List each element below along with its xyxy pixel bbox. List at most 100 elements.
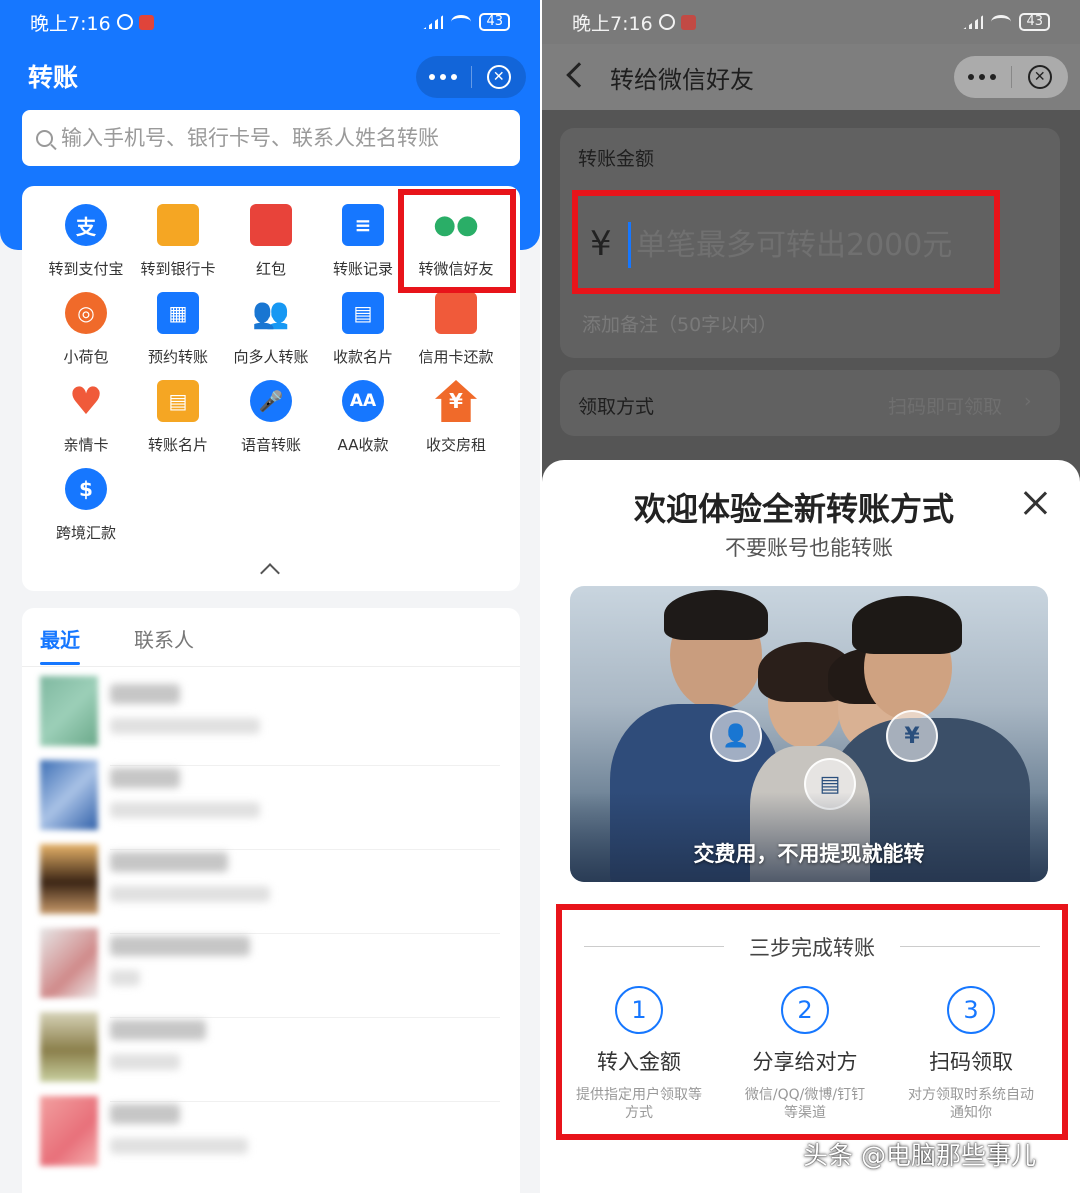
news-app-icon [138,14,154,30]
status-bar: 晚上7:16 43 [542,0,1080,44]
grid-item-family-card[interactable]: ♥ 亲情卡 [36,379,136,460]
search-input[interactable] [61,126,501,150]
grid-item-receive-card[interactable]: ▤ 收款名片 [313,292,413,372]
signal-icon [423,15,444,29]
step-title: 转入金额 [597,1050,681,1074]
step-description: 对方领取时系统自动 通知你 [908,1087,1034,1121]
grid-item-bank-card[interactable]: 转到银行卡 [128,204,228,284]
pouch-icon: ◎ [65,292,107,334]
grid-item-red-packet[interactable]: 红包 [221,204,321,284]
tab-contacts[interactable]: 联系人 [134,624,194,653]
step-3: 3 扫码领取对方领取时系统自动 通知你 [896,986,1046,1122]
close-circle-icon[interactable]: ✕ [1012,65,1069,89]
grid-item-label: 收款名片 [332,348,393,366]
status-time: 晚上7:16 [30,12,111,35]
list-item[interactable] [40,1012,500,1102]
dialog-subtitle: 不要账号也能转账 [725,536,893,560]
list-item[interactable] [40,760,500,850]
grid-item-cross-border[interactable]: $ 跨境汇款 [36,468,136,548]
family-card-icon: ♥ [68,379,104,423]
search-bar[interactable] [22,110,520,166]
tab-recent[interactable]: 最近 [40,624,80,665]
list-item[interactable] [40,928,500,1018]
list-item[interactable] [40,676,500,766]
status-bar: 晚上7:16 43 [0,0,540,44]
chevron-right-icon: › [1024,390,1032,412]
step-description: 提供指定用户领取等 方式 [576,1087,702,1121]
grid-item-voice[interactable]: 🎤 语音转账 [221,380,321,460]
grid-item-label: 收交房租 [425,436,486,454]
chevron-up-icon[interactable] [260,563,280,583]
page-title: 转账 [28,63,79,92]
avatar [40,1096,98,1166]
grid-item-label: AA收款 [337,436,389,454]
more-icon[interactable] [954,74,1011,80]
step-2: 2 分享给对方 微信/QQ/微博/钉钉 等渠道 [730,986,880,1122]
aa-icon: AA [342,380,384,422]
grid-item-label: 转到支付宝 [48,260,124,278]
mini-program-capsule: ✕ [954,56,1068,98]
status-time: 晚上7:16 [572,12,653,35]
remark-input[interactable]: 添加备注（50字以内） [582,310,777,337]
back-arrow-icon[interactable] [566,62,592,88]
voice-icon: 🎤 [250,380,292,422]
house-rent-icon: ¥ [435,380,477,422]
avatar [40,1012,98,1082]
grid-item-multi-user[interactable]: 👥 向多人转账 [221,292,321,372]
cross-border-icon: $ [65,468,107,510]
search-icon [36,129,53,147]
currency-symbol: ¥ [590,224,612,264]
transfer-user-icon: 👤 [710,710,762,762]
list-item[interactable] [40,1096,500,1180]
mini-program-capsule: ✕ [416,56,526,98]
steps-heading: 三步完成转账 [749,936,875,960]
grid-item-label: 向多人转账 [233,348,309,366]
grid-item-calendar[interactable]: ▦ 预约转账 [128,292,228,372]
close-icon[interactable] [1022,490,1048,516]
bank-card-icon [157,204,199,246]
battery-icon: 43 [479,13,510,31]
yen-coin-icon: ¥ [886,710,938,762]
highlight-box-wechat [398,189,516,293]
step-1: 1 转入金额提供指定用户领取等 方式 [564,986,714,1122]
step-title: 扫码领取 [929,1050,1013,1074]
avatar [40,844,98,914]
wifi-icon [451,15,472,29]
news-app-icon [680,14,696,30]
amount-input-highlight: ¥ [572,190,1000,294]
receive-card-icon: ▤ [342,292,384,334]
grid-item-label: 预约转账 [147,348,208,366]
amount-label: 转账金额 [578,148,655,170]
grid-item-label: 跨境汇款 [55,524,116,542]
grid-item-label: 红包 [255,260,286,278]
grid-item-label: 信用卡还款 [418,348,494,366]
more-icon[interactable] [416,74,471,80]
close-circle-icon[interactable]: ✕ [472,65,527,89]
grid-item-aa[interactable]: AA AA收款 [313,380,413,460]
grid-item-transfer-card[interactable]: ▤ 转账名片 [128,380,228,460]
avatar [40,676,98,746]
grid-item-house-rent[interactable]: ¥ 收交房租 [406,380,506,460]
nav-bar: 转给微信好友 ✕ [542,44,1080,110]
step-title: 分享给对方 [752,1050,858,1074]
grid-item-pouch[interactable]: ◎ 小荷包 [36,292,136,372]
grid-item-label: 亲情卡 [63,436,109,454]
text-cursor [628,222,631,268]
avatar [40,928,98,998]
nav-title: 转给微信好友 [610,66,754,94]
signal-icon [963,15,984,29]
alipay-icon: 支 [65,204,107,246]
right-screen: 晚上7:16 43 转给微信好友 ✕ 转账金额 ¥ 添加备注（50字以内） 领取… [542,0,1080,1193]
left-screen: 晚上7:16 43 转账 ✕ 支转到支付宝转到银行卡红包≡转账记录●●转微信好友… [0,0,540,1193]
grid-item-credit-card[interactable]: 信用卡还款 [406,292,506,372]
promo-banner-image: 👤 ¥ ▤ 交费用，不用提现就能转 [570,586,1048,882]
amount-input[interactable] [636,222,996,268]
calendar-icon: ▦ [157,292,199,334]
step-number-circle: 1 [615,986,663,1034]
step-number-circle: 2 [781,986,829,1034]
step-number-circle: 3 [947,986,995,1034]
list-item[interactable] [40,844,500,934]
grid-item-alipay[interactable]: 支转到支付宝 [36,204,136,284]
receive-method-value: 扫码即可领取 [888,396,1003,418]
avatar [40,760,98,830]
